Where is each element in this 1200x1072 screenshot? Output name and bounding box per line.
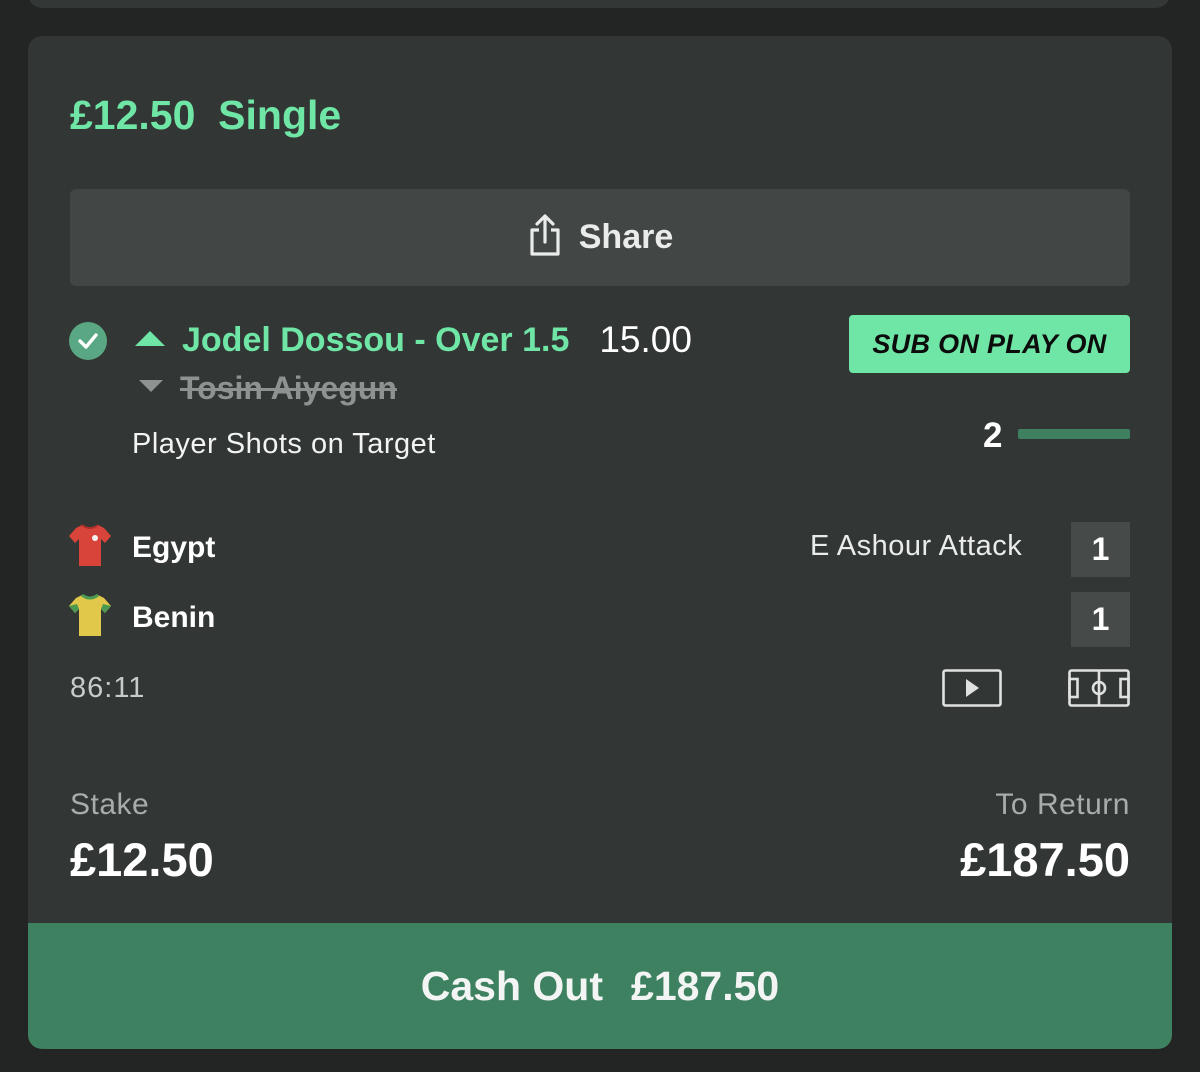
away-score: 1 bbox=[1071, 592, 1130, 647]
match-clock: 86:11 bbox=[70, 672, 146, 704]
previous-bet-card bbox=[28, 0, 1170, 8]
substituted-player: Tosin Aiyegun bbox=[180, 370, 397, 406]
cash-out-amount: £187.50 bbox=[631, 962, 780, 1009]
cash-out-button[interactable]: Cash Out £187.50 bbox=[28, 923, 1172, 1049]
yellow-shirt-icon bbox=[68, 592, 112, 643]
sub-on-play-on-badge: SUB ON PLAY ON bbox=[849, 315, 1130, 373]
home-score: 1 bbox=[1071, 522, 1130, 577]
selection-row: Jodel Dossou - Over 1.5 15.00 bbox=[132, 319, 692, 361]
selection-odds: 15.00 bbox=[599, 319, 692, 360]
check-icon bbox=[69, 322, 107, 360]
return-label: To Return bbox=[995, 788, 1130, 821]
progress-count: 2 bbox=[983, 416, 1003, 455]
home-team-name: Egypt bbox=[132, 530, 216, 564]
home-team-row: Egypt bbox=[68, 522, 215, 573]
progress-bar bbox=[1018, 429, 1130, 439]
red-shirt-icon bbox=[68, 522, 112, 573]
return-value: £187.50 bbox=[960, 833, 1130, 886]
chevron-up-icon bbox=[132, 327, 168, 354]
cash-out-label: Cash Out bbox=[420, 962, 604, 1009]
progress-fill bbox=[1018, 429, 1130, 439]
stake-label: Stake bbox=[70, 788, 150, 821]
chevron-down-icon bbox=[136, 376, 166, 401]
play-video-icon[interactable] bbox=[942, 669, 1002, 712]
stake-value: £12.50 bbox=[70, 833, 214, 886]
share-button[interactable]: Share bbox=[70, 189, 1130, 286]
away-team-row: Benin bbox=[68, 592, 215, 643]
away-team-name: Benin bbox=[132, 600, 216, 634]
substituted-row: Tosin Aiyegun bbox=[136, 370, 397, 407]
selection-name: Jodel Dossou - Over 1.5 bbox=[182, 320, 570, 359]
match-event-text: E Ashour Attack bbox=[810, 530, 1023, 562]
share-label: Share bbox=[578, 218, 674, 256]
bet-title: £12.50 Single bbox=[70, 92, 342, 138]
pitch-icon[interactable] bbox=[1068, 669, 1130, 712]
share-icon bbox=[527, 213, 563, 262]
market-name: Player Shots on Target bbox=[132, 428, 436, 460]
bet-card: £12.50 Single Share Jodel Dossou - Over … bbox=[28, 36, 1172, 1049]
